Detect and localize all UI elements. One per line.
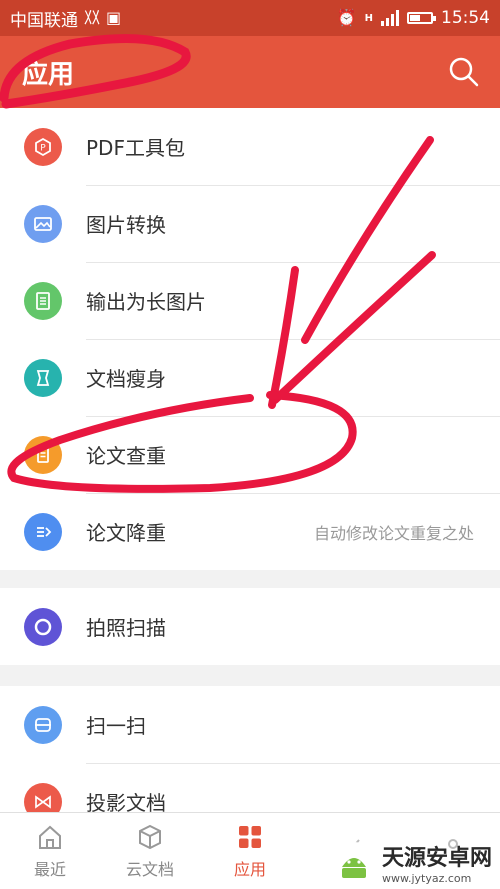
scan-icon (24, 705, 62, 744)
carrier-name: 中国联通 (10, 10, 78, 31)
list-item-paper-check[interactable]: 论文查重 (0, 416, 500, 493)
status-bar: 中国联通 〷 ▣ ⏰ H 15:54 (0, 0, 500, 36)
list-item-scan[interactable]: 扫一扫 (0, 686, 500, 763)
clock: 15:54 (441, 8, 490, 28)
list-item-label: 图片转换 (86, 213, 166, 237)
android-logo-icon (332, 841, 375, 884)
list-item-label: 论文查重 (86, 444, 166, 468)
page-title: 应用 (22, 60, 75, 90)
image-convert-icon (24, 204, 62, 243)
nav-label: 云文档 (125, 860, 174, 879)
list-item-long-image[interactable]: 输出为长图片 (0, 262, 500, 339)
image-notification-icon: ▣ (106, 8, 122, 27)
app-header: 应用 (0, 36, 500, 108)
search-icon[interactable] (448, 56, 480, 88)
apps-grid-icon (239, 826, 261, 848)
list-item-pdf-toolkit[interactable]: P PDF工具包 (0, 108, 500, 185)
tools-group: P PDF工具包 图片转换 输出为长图片 文档瘦身 论文查重 论文降重 自动修改… (0, 108, 500, 570)
nav-apps[interactable]: 应用 (200, 813, 300, 889)
list-item-photo-scan[interactable]: 拍照扫描 (0, 588, 500, 665)
nav-cloud-docs[interactable]: 云文档 (100, 813, 200, 889)
watermark-title: 天源安卓网 (381, 846, 492, 871)
list-item-hint: 自动修改论文重复之处 (313, 523, 474, 543)
nav-label: 应用 (233, 860, 266, 879)
watermark: 天源安卓网 www.jytyaz.com (332, 840, 492, 885)
network-type: H (364, 12, 373, 24)
list-item-label: 论文降重 (86, 521, 166, 545)
doc-slim-icon (24, 358, 62, 397)
list-item-paper-reduce[interactable]: 论文降重 自动修改论文重复之处 (0, 493, 500, 570)
list-item-image-convert[interactable]: 图片转换 (0, 185, 500, 262)
signal-icon (381, 10, 399, 26)
paper-check-icon (24, 435, 62, 474)
list-item-label: 文档瘦身 (86, 367, 166, 391)
nav-recent[interactable]: 最近 (0, 813, 100, 889)
watermark-url: www.jytyaz.com (381, 872, 472, 885)
home-icon (39, 825, 61, 849)
pdf-toolkit-icon: P (24, 127, 62, 166)
list-item-label: 拍照扫描 (86, 616, 166, 640)
paper-reduce-icon (24, 512, 62, 551)
notification-icon: 〷 (84, 8, 101, 27)
list-item-label: PDF工具包 (86, 136, 185, 160)
battery-icon (407, 12, 436, 24)
cube-icon (139, 824, 161, 850)
svg-text:P: P (40, 143, 46, 153)
photo-scan-icon (24, 607, 62, 646)
list-item-label: 输出为长图片 (86, 290, 206, 314)
alarm-icon: ⏰ (336, 8, 357, 27)
nav-label: 最近 (33, 860, 66, 879)
long-image-icon (24, 281, 62, 320)
list-item-label: 扫一扫 (86, 714, 146, 738)
list-item-doc-slim[interactable]: 文档瘦身 (0, 339, 500, 416)
scan-group: 拍照扫描 (0, 588, 500, 665)
